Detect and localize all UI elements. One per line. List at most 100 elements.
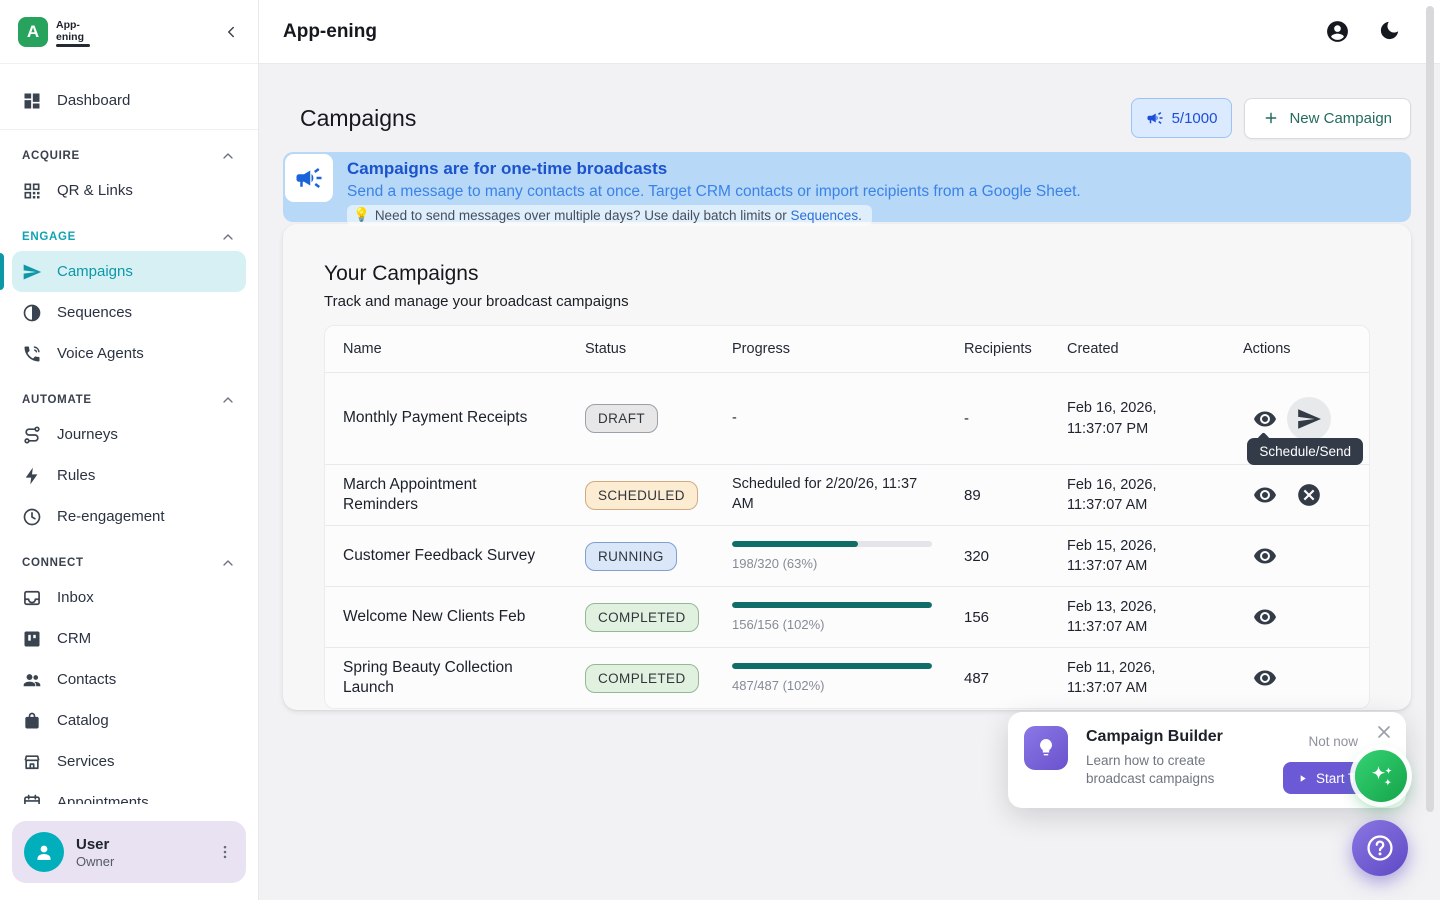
campaign-quota-badge[interactable]: 5/1000	[1131, 98, 1233, 138]
logo-badge-icon: A	[18, 17, 48, 47]
question-mark-icon	[1364, 832, 1396, 864]
column-header-actions: Actions	[1225, 326, 1369, 373]
sidebar-item-label: Re-engagement	[57, 508, 165, 525]
column-header-created: Created	[1049, 326, 1225, 373]
not-now-button[interactable]: Not now	[1308, 734, 1358, 749]
dashboard-icon	[22, 91, 42, 111]
active-indicator	[0, 253, 4, 290]
lightning-icon	[22, 466, 42, 486]
campaign-name: Spring Beauty Collection Launch	[325, 648, 567, 709]
table-row: Spring Beauty Collection Launch COMPLETE…	[325, 648, 1369, 709]
route-icon	[22, 425, 42, 445]
recipients-cell: 156	[946, 587, 1049, 648]
page-title: Campaigns	[300, 105, 416, 132]
column-header-progress: Progress	[714, 326, 946, 373]
progress-cell: 198/320 (63%)	[714, 526, 946, 587]
lightbulb-icon	[1024, 726, 1068, 770]
popup-body: Learn how to create broadcast campaigns	[1086, 752, 1246, 788]
scrollbar-thumb[interactable]	[1426, 6, 1434, 812]
logo-wordmark: App- ening	[56, 20, 84, 43]
chevron-up-icon	[220, 229, 236, 245]
account-icon[interactable]	[1325, 19, 1350, 44]
ai-sparkles-fab[interactable]	[1355, 750, 1407, 802]
play-icon	[1297, 773, 1308, 784]
sidebar-item-label: Dashboard	[57, 92, 130, 109]
sidebar-item-campaigns[interactable]: Campaigns	[12, 251, 246, 292]
banner-title: Campaigns are for one-time broadcasts	[347, 159, 1401, 179]
banner-body: Send a message to many contacts at once.…	[347, 183, 1401, 201]
sidebar-item-crm[interactable]: CRM	[12, 618, 246, 659]
sequences-link[interactable]: Sequences	[791, 208, 859, 223]
section-connect[interactable]: CONNECT	[12, 551, 246, 575]
new-campaign-button[interactable]: New Campaign	[1244, 98, 1411, 139]
sidebar-item-inbox[interactable]: Inbox	[12, 577, 246, 618]
clock-icon	[22, 507, 42, 527]
inbox-icon	[22, 588, 42, 608]
sidebar-item-contacts[interactable]: Contacts	[12, 659, 246, 700]
app-logo: A App- ening	[18, 17, 84, 47]
sidebar-item-sequences[interactable]: Sequences	[12, 292, 246, 333]
sidebar-item-label: Catalog	[57, 712, 109, 729]
view-button[interactable]	[1243, 595, 1287, 639]
campaign-name: Customer Feedback Survey	[325, 526, 567, 587]
status-badge: DRAFT	[585, 404, 658, 433]
close-icon[interactable]	[1374, 722, 1394, 742]
section-label-text: ACQUIRE	[22, 150, 80, 162]
progress-cell: Scheduled for 2/20/26, 11:37 AM	[714, 465, 946, 526]
sidebar-item-dashboard[interactable]: Dashboard	[12, 80, 246, 121]
view-button[interactable]	[1243, 534, 1287, 578]
recipients-cell: -	[946, 373, 1049, 465]
column-header-recipients: Recipients	[946, 326, 1049, 373]
sidebar-item-label: Sequences	[57, 304, 132, 321]
sidebar-item-label: Campaigns	[57, 263, 133, 280]
created-cell: Feb 16, 2026, 11:37:07 PM	[1049, 373, 1225, 465]
status-badge: COMPLETED	[585, 603, 699, 632]
section-acquire[interactable]: ACQUIRE	[12, 144, 246, 168]
progress-bar	[732, 541, 932, 547]
sidebar-item-catalog[interactable]: Catalog	[12, 700, 246, 741]
user-avatar	[24, 832, 64, 872]
plus-icon	[1263, 110, 1279, 126]
app-title: App-ening	[283, 21, 377, 43]
schedule-send-button[interactable]	[1287, 397, 1331, 441]
sidebar-item-qr-links[interactable]: QR & Links	[12, 170, 246, 211]
kebab-menu-icon[interactable]	[216, 843, 234, 861]
sidebar-item-label: Services	[57, 753, 115, 770]
help-fab[interactable]	[1352, 820, 1408, 876]
section-label-text: CONNECT	[22, 557, 84, 569]
sidebar-item-services[interactable]: Services	[12, 741, 246, 782]
progress-cell: -	[714, 373, 946, 465]
banner-tip: 💡 Need to send messages over multiple da…	[347, 205, 872, 226]
sidebar-collapse-icon[interactable]	[222, 23, 240, 41]
quota-value: 5/1000	[1172, 110, 1218, 127]
campaign-name: Monthly Payment Receipts	[325, 373, 567, 465]
sidebar-item-label: Voice Agents	[57, 345, 144, 362]
progress-label: 198/320 (63%)	[732, 556, 928, 571]
user-card[interactable]: User Owner	[12, 821, 246, 883]
cancel-button[interactable]	[1287, 473, 1331, 517]
view-button[interactable]	[1243, 656, 1287, 700]
sidebar: A App- ening Dashboard ACQUI	[0, 0, 259, 900]
sparkles-icon	[1366, 761, 1396, 791]
sidebar-nav: Dashboard ACQUIRE QR & Links ENGAGE	[0, 64, 258, 823]
section-automate[interactable]: AUTOMATE	[12, 388, 246, 412]
section-engage[interactable]: ENGAGE	[12, 225, 246, 249]
table-row: March Appointment Reminders SCHEDULED Sc…	[325, 465, 1369, 526]
table-header-row: Name Status Progress Recipients Created …	[325, 326, 1369, 373]
sidebar-item-voice-agents[interactable]: Voice Agents	[12, 333, 246, 374]
sidebar-item-label: Rules	[57, 467, 95, 484]
column-header-status: Status	[567, 326, 714, 373]
status-badge: SCHEDULED	[585, 481, 698, 510]
progress-cell: 487/487 (102%)	[714, 648, 946, 709]
dark-mode-moon-icon[interactable]	[1378, 19, 1403, 44]
banner-tip-text: Need to send messages over multiple days…	[375, 208, 862, 223]
sidebar-item-label: Journeys	[57, 426, 118, 443]
sidebar-item-rules[interactable]: Rules	[12, 455, 246, 496]
sidebar-item-journeys[interactable]: Journeys	[12, 414, 246, 455]
view-button[interactable]	[1243, 473, 1287, 517]
table-row: Customer Feedback Survey RUNNING 198/320…	[325, 526, 1369, 587]
sidebar-item-re-engagement[interactable]: Re-engagement	[12, 496, 246, 537]
megaphone-icon	[1146, 109, 1164, 127]
popup-title: Campaign Builder	[1086, 728, 1223, 746]
user-name: User	[76, 836, 204, 853]
